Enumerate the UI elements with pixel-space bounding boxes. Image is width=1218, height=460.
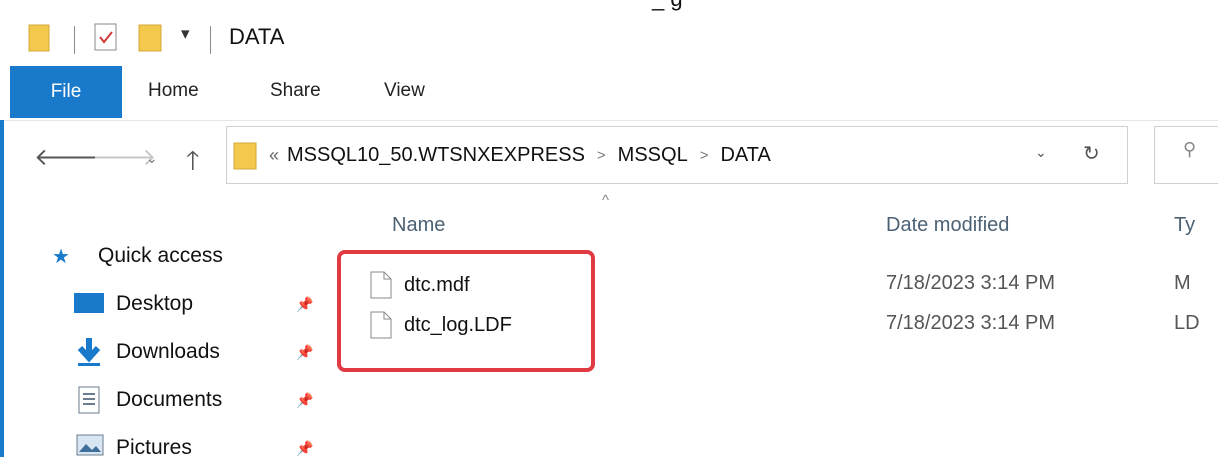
- pictures-icon: [76, 434, 104, 456]
- tab-share[interactable]: Share: [270, 80, 321, 102]
- file-name: dtc.mdf: [404, 273, 470, 296]
- download-icon: [77, 338, 101, 366]
- folder-icon: [233, 142, 257, 170]
- folder-icon[interactable]: [28, 22, 50, 52]
- file-date-modified: 7/18/2023 3:14 PM: [886, 312, 1056, 334]
- file-type: M: [1174, 272, 1191, 294]
- star-icon: ★: [52, 246, 70, 268]
- toolbar-divider: [210, 26, 211, 54]
- column-header-date-modified[interactable]: Date modified: [886, 214, 1009, 237]
- tab-home[interactable]: Home: [148, 80, 199, 102]
- file-row[interactable]: dtc_log.LDF: [370, 310, 512, 340]
- sidebar-item-quick-access[interactable]: Quick access: [98, 244, 223, 268]
- file-date-modified: 7/18/2023 3:14 PM: [886, 272, 1056, 294]
- file-type: LD: [1174, 312, 1200, 334]
- search-box[interactable]: ⚲: [1154, 126, 1218, 184]
- file-name: dtc_log.LDF: [404, 313, 512, 336]
- column-header-type[interactable]: Ty: [1174, 214, 1195, 237]
- breadcrumb-item[interactable]: DATA: [720, 144, 770, 167]
- qa-dropdown-icon[interactable]: ▾: [181, 24, 190, 44]
- documents-icon: [78, 386, 100, 414]
- sidebar-item-desktop[interactable]: Desktop: [116, 292, 193, 316]
- new-folder-icon[interactable]: [138, 22, 164, 52]
- pin-icon[interactable]: 📌: [296, 344, 313, 361]
- search-icon: ⚲: [1183, 139, 1197, 159]
- file-icon: [370, 311, 392, 339]
- breadcrumb-item[interactable]: MSSQL: [618, 144, 688, 167]
- sidebar-item-downloads[interactable]: Downloads: [116, 340, 220, 364]
- desktop-icon: [74, 293, 104, 313]
- toolbar-divider: [74, 26, 75, 54]
- tab-file[interactable]: File: [10, 66, 122, 118]
- pin-icon[interactable]: 📌: [296, 440, 313, 457]
- file-row[interactable]: dtc.mdf: [370, 270, 470, 300]
- window-edge: [0, 120, 4, 457]
- breadcrumb-separator[interactable]: >: [700, 147, 709, 164]
- file-icon: [370, 271, 392, 299]
- address-overflow[interactable]: «: [269, 145, 279, 166]
- pin-icon[interactable]: 📌: [296, 296, 313, 313]
- recent-locations-button[interactable]: ⌄: [146, 150, 158, 167]
- breadcrumb-separator[interactable]: >: [597, 147, 606, 164]
- pin-icon[interactable]: 📌: [296, 392, 313, 409]
- tab-view[interactable]: View: [384, 80, 425, 102]
- sidebar-item-pictures[interactable]: Pictures: [116, 436, 192, 460]
- sidebar-item-documents[interactable]: Documents: [116, 388, 222, 412]
- window-title: DATA: [229, 24, 285, 49]
- properties-icon[interactable]: [94, 22, 118, 52]
- up-button[interactable]: 🡑: [186, 142, 200, 186]
- sort-indicator-icon: ^: [602, 192, 610, 209]
- breadcrumb-item[interactable]: MSSQL10_50.WTSNXEXPRESS: [287, 144, 585, 167]
- back-button[interactable]: 🡐: [34, 142, 98, 172]
- cropped-header-text: _ g: [652, 0, 683, 12]
- column-header-name[interactable]: Name: [392, 214, 445, 237]
- address-bar[interactable]: « MSSQL10_50.WTSNXEXPRESS > MSSQL > DATA…: [226, 126, 1128, 184]
- chevron-down-icon[interactable]: ⌄: [1035, 144, 1047, 161]
- refresh-icon[interactable]: ↻: [1083, 141, 1100, 166]
